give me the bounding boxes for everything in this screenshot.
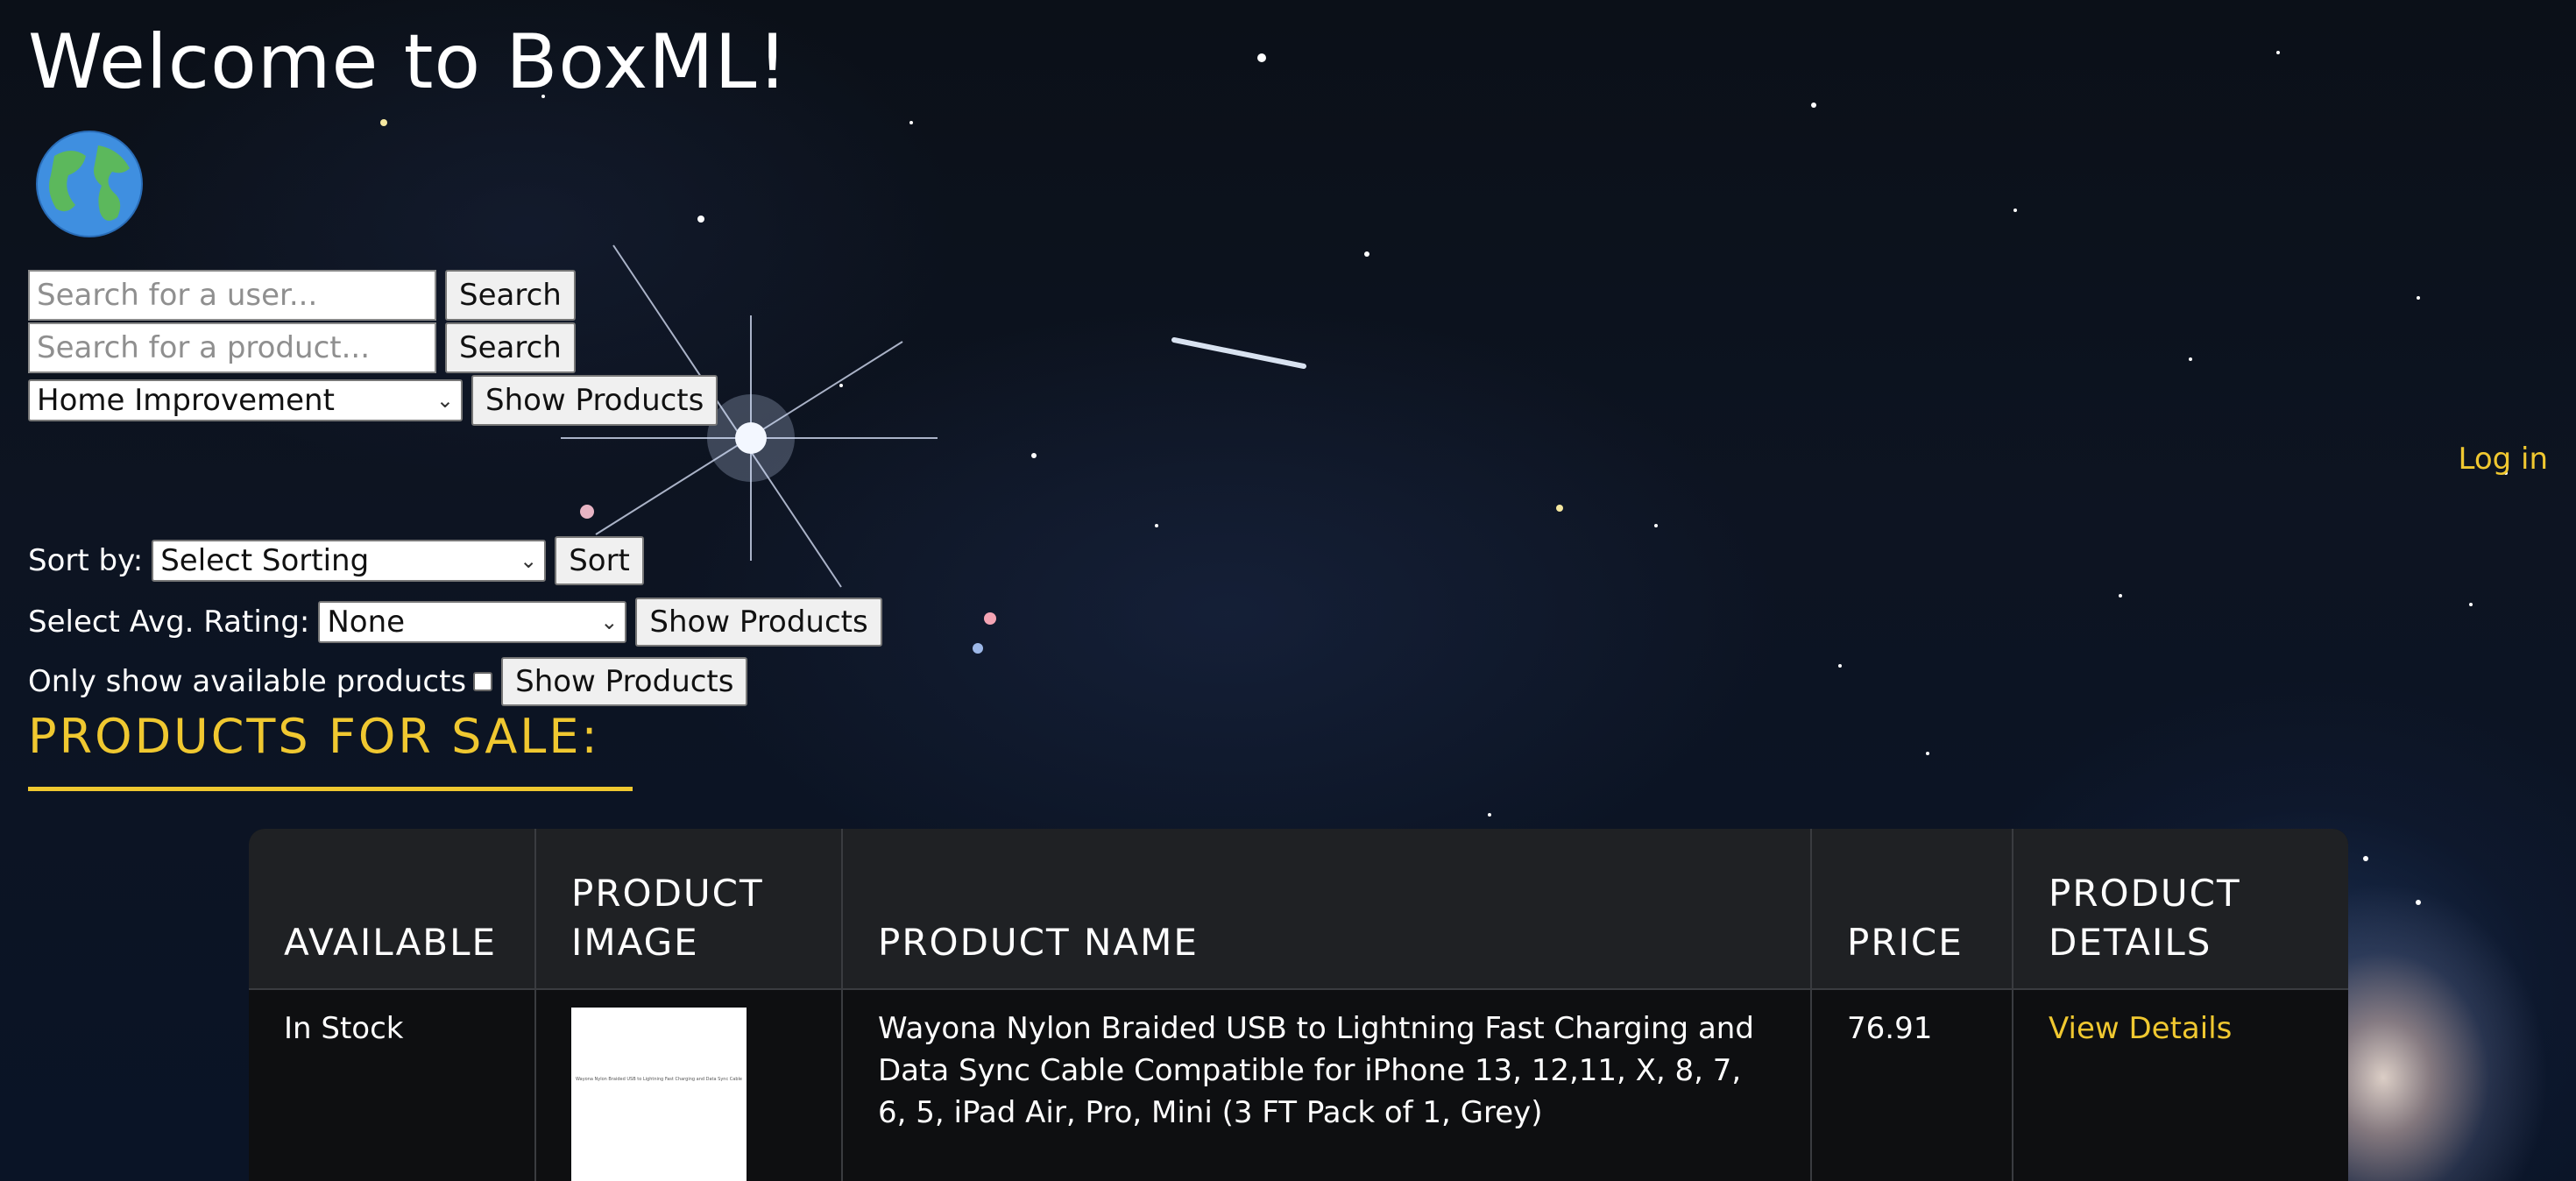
rating-label: Select Avg. Rating: [28, 605, 310, 640]
user-search-input[interactable] [28, 270, 436, 321]
products-table: AVAILABLE PRODUCT IMAGE PRODUCT NAME PRI… [249, 829, 2348, 1181]
category-show-products-button[interactable]: Show Products [471, 375, 718, 426]
product-search-row: Search [28, 322, 576, 373]
section-title-underline [28, 787, 633, 791]
cell-product-name: Wayona Nylon Braided USB to Lightning Fa… [842, 989, 1812, 1181]
available-only-checkbox[interactable] [473, 672, 493, 691]
column-header-product-image: PRODUCT IMAGE [535, 829, 843, 990]
product-search-button[interactable]: Search [445, 322, 576, 373]
availability-row: Only show available products Show Produc… [28, 657, 748, 706]
globe-icon [36, 131, 143, 237]
products-section-title: PRODUCTS FOR SALE: [28, 709, 600, 764]
sort-button[interactable]: Sort [555, 536, 644, 585]
sort-select-value: Select Sorting [160, 543, 370, 578]
cell-product-image: Wayona Nylon Braided USB to Lightning Fa… [535, 989, 843, 1181]
column-header-price: PRICE [1811, 829, 2013, 990]
category-select-value: Home Improvement [37, 383, 335, 418]
availability-label: Only show available products [28, 664, 467, 699]
chevron-down-icon: ⌄ [435, 388, 454, 413]
table-row: In Stock Wayona Nylon Braided USB to Lig… [249, 989, 2348, 1181]
cell-available: In Stock [249, 989, 536, 1181]
product-thumbnail[interactable]: Wayona Nylon Braided USB to Lightning Fa… [571, 1008, 747, 1181]
sort-label: Sort by: [28, 543, 144, 578]
page-title: Welcome to BoxML! [28, 18, 789, 106]
user-search-row: Search [28, 270, 576, 321]
column-header-available: AVAILABLE [249, 829, 536, 990]
rating-select-value: None [327, 605, 406, 640]
availability-show-products-button[interactable]: Show Products [501, 657, 748, 706]
product-thumbnail-text: Wayona Nylon Braided USB to Lightning Fa… [576, 1077, 742, 1082]
table-header-row: AVAILABLE PRODUCT IMAGE PRODUCT NAME PRI… [249, 829, 2348, 990]
user-search-button[interactable]: Search [445, 270, 576, 321]
view-details-link[interactable]: View Details [2049, 1011, 2232, 1046]
cell-price: 76.91 [1811, 989, 2013, 1181]
login-link[interactable]: Log in [2458, 442, 2548, 477]
rating-select[interactable]: None ⌄ [318, 601, 627, 643]
sort-select[interactable]: Select Sorting ⌄ [152, 540, 547, 582]
category-select[interactable]: Home Improvement ⌄ [28, 379, 463, 421]
chevron-down-icon: ⌄ [520, 548, 538, 573]
sort-row: Sort by: Select Sorting ⌄ Sort [28, 536, 644, 585]
category-row: Home Improvement ⌄ Show Products [28, 375, 718, 426]
cell-product-details: View Details [2013, 989, 2348, 1181]
column-header-product-name: PRODUCT NAME [842, 829, 1812, 990]
product-search-input[interactable] [28, 322, 436, 373]
chevron-down-icon: ⌄ [600, 610, 619, 634]
rating-show-products-button[interactable]: Show Products [635, 598, 882, 647]
column-header-product-details: PRODUCT DETAILS [2013, 829, 2348, 990]
rating-row: Select Avg. Rating: None ⌄ Show Products [28, 598, 882, 647]
